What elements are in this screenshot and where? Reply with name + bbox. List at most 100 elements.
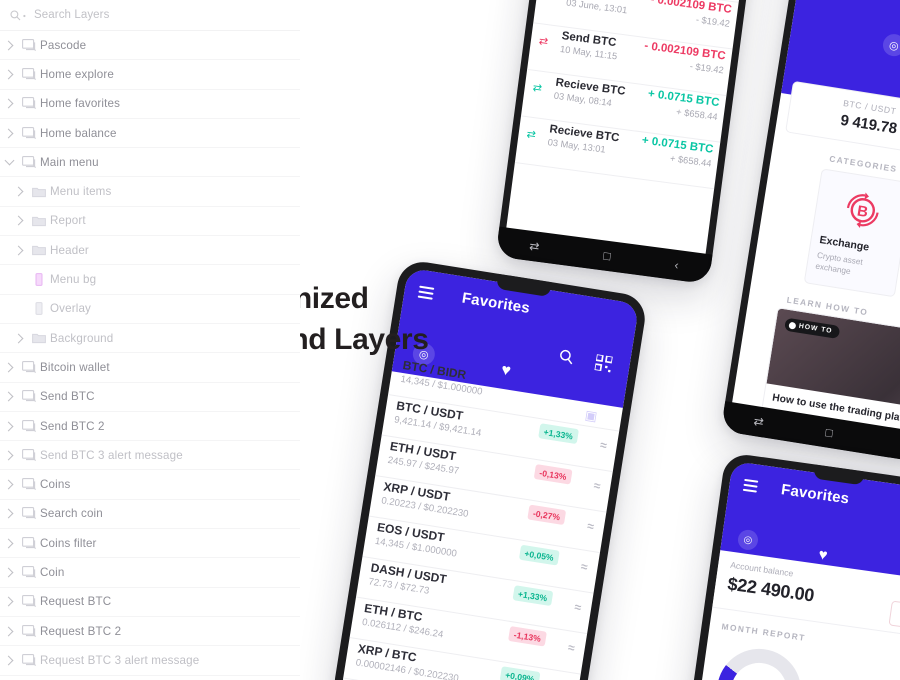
transaction-fiat: + $658.44 <box>669 153 713 169</box>
layer-name: Send BTC 2 <box>40 419 105 433</box>
artboard-icon <box>18 478 40 491</box>
layer-row-home-explore[interactable]: Home explore <box>0 60 300 90</box>
chevron-right-icon[interactable] <box>10 215 28 226</box>
layer-name: Request BTC 3 alert message <box>40 653 200 667</box>
layer-row-coins[interactable]: Coins <box>0 470 300 500</box>
layer-row-send-btc-2[interactable]: Send BTC 2 <box>0 412 300 442</box>
search-icon[interactable] <box>557 348 575 370</box>
drag-handle-icon[interactable]: ≈ <box>599 438 608 453</box>
change-badge: +1,33% <box>512 585 554 607</box>
heart-icon[interactable]: ♥ <box>817 546 828 564</box>
change-badge: -0,27% <box>527 504 567 526</box>
chevron-right-icon[interactable] <box>0 391 18 402</box>
recents-icon[interactable]: ⇄ <box>529 239 541 254</box>
layer-name: Request BTC <box>40 595 112 609</box>
layer-row-background[interactable]: Background <box>0 324 300 354</box>
chevron-right-icon[interactable] <box>10 245 28 256</box>
compass-icon[interactable]: ◎ <box>736 528 760 552</box>
shape-pink-icon <box>28 273 50 286</box>
layer-row-pascode[interactable]: Pascode <box>0 31 300 61</box>
chevron-right-icon[interactable] <box>0 567 18 578</box>
chevron-right-icon[interactable] <box>0 362 18 373</box>
layer-row-send-btc-3-alert-message[interactable]: Send BTC 3 alert message <box>0 441 300 471</box>
layer-row-request-btc-3-alert-message[interactable]: Request BTC 3 alert message <box>0 646 300 676</box>
drag-handle-icon[interactable]: ≈ <box>573 600 582 615</box>
balance-title: Favorites <box>780 481 851 508</box>
layer-row-request-btc-2[interactable]: Request BTC 2 <box>0 617 300 647</box>
home-icon[interactable]: □ <box>824 425 833 440</box>
artboard-icon <box>18 38 40 52</box>
layer-row-home-favorites[interactable]: Home favorites <box>0 90 300 119</box>
layer-row-request-btc[interactable]: Request BTC <box>0 588 300 617</box>
month-report-label: MONTH REPORT <box>721 621 807 643</box>
drag-handle-icon[interactable]: ≈ <box>567 640 576 655</box>
drag-handle-icon[interactable]: ≈ <box>580 559 589 574</box>
chevron-right-icon[interactable] <box>0 479 18 490</box>
layer-row-send-btc[interactable]: Send BTC <box>0 383 300 412</box>
chevron-right-icon[interactable] <box>0 128 18 138</box>
drag-handle-icon[interactable]: ≈ <box>586 519 595 534</box>
layer-row-coins-filter[interactable]: Coins filter <box>0 529 300 559</box>
layer-row-report[interactable]: Report <box>0 207 300 237</box>
chevron-right-icon[interactable] <box>0 596 18 607</box>
layer-row-bitcoin-wallet[interactable]: Bitcoin wallet <box>0 353 300 383</box>
change-badge: -0,13% <box>533 463 573 485</box>
artboard-icon <box>18 126 40 140</box>
chevron-right-icon[interactable] <box>10 333 28 344</box>
folder-icon <box>28 332 50 344</box>
layer-name: Header <box>50 243 89 257</box>
folder-icon <box>28 215 50 227</box>
drag-handle-icon[interactable]: ≈ <box>593 478 602 493</box>
layer-row-coin[interactable]: Coin <box>0 558 300 588</box>
balance-value: $22 490.00 <box>726 573 816 606</box>
recents-icon[interactable]: ⇄ <box>753 414 765 429</box>
layer-row-overlay[interactable]: Overlay <box>0 295 300 324</box>
chevron-right-icon[interactable] <box>0 538 18 549</box>
chevron-right-icon[interactable] <box>10 186 28 197</box>
transfer-arrows-icon: ⇄ <box>538 35 549 49</box>
chevron-right-icon[interactable] <box>0 450 18 461</box>
home-icon[interactable]: □ <box>603 248 612 263</box>
layer-name: Bitcoin wallet <box>40 360 110 374</box>
artboard-icon <box>18 67 40 81</box>
bitcoin-exchange-icon: B <box>839 187 886 238</box>
folder-icon <box>28 186 50 198</box>
hamburger-icon[interactable] <box>742 478 759 493</box>
artboard-icon <box>18 653 40 667</box>
layer-name: Menu items <box>50 185 112 199</box>
layer-row-menu-items[interactable]: Menu items <box>0 177 300 207</box>
layer-row-btc-address[interactable]: BTC Address <box>0 676 300 680</box>
chevron-down-icon[interactable] <box>0 155 18 166</box>
layer-row-main-menu[interactable]: Main menu <box>0 148 300 178</box>
chevron-right-icon[interactable] <box>0 508 18 519</box>
layer-row-menu-bg[interactable]: Menu bg <box>0 265 300 295</box>
layer-row-home-balance[interactable]: Home balance <box>0 119 300 149</box>
compass-icon[interactable]: ◎ <box>881 32 900 58</box>
artboard-icon <box>18 566 40 579</box>
phone-balance: Favorites ◎ ♥ Account balance $22 490.00… <box>680 452 900 680</box>
chevron-right-icon[interactable] <box>0 98 18 109</box>
layer-row-header[interactable]: Header <box>0 236 300 266</box>
withdraw-button[interactable]: WITHDRAW <box>888 600 900 637</box>
chevron-right-icon[interactable] <box>0 655 18 666</box>
chevron-right-icon[interactable] <box>0 421 18 431</box>
shape-gray-icon <box>28 302 50 316</box>
chevron-right-icon[interactable] <box>0 69 18 80</box>
layer-name: Menu bg <box>50 273 97 287</box>
navbar-spacer <box>894 443 900 445</box>
category-card-exchange[interactable]: B Exchange Crypto asset exchange <box>803 168 900 298</box>
chevron-right-icon[interactable] <box>0 40 18 51</box>
artboard-icon <box>18 507 40 520</box>
layer-list: Pascode Home explore Home favorites Home ba… <box>0 31 300 680</box>
artboard-icon <box>18 155 40 169</box>
layer-row-search-coin[interactable]: Search coin <box>0 500 300 530</box>
artboard-icon <box>18 360 40 374</box>
change-badge: +1,33% <box>537 423 579 445</box>
chevron-right-icon[interactable] <box>0 626 18 637</box>
change-badge: +0,09% <box>499 666 541 680</box>
qr-code-icon[interactable] <box>593 353 614 377</box>
back-icon[interactable]: ‹ <box>674 258 680 272</box>
ticker-price: 9 419.78 <box>839 111 899 138</box>
search-input[interactable]: Search Layers <box>34 9 109 21</box>
search-layers-row[interactable]: Search Layers <box>0 0 300 31</box>
